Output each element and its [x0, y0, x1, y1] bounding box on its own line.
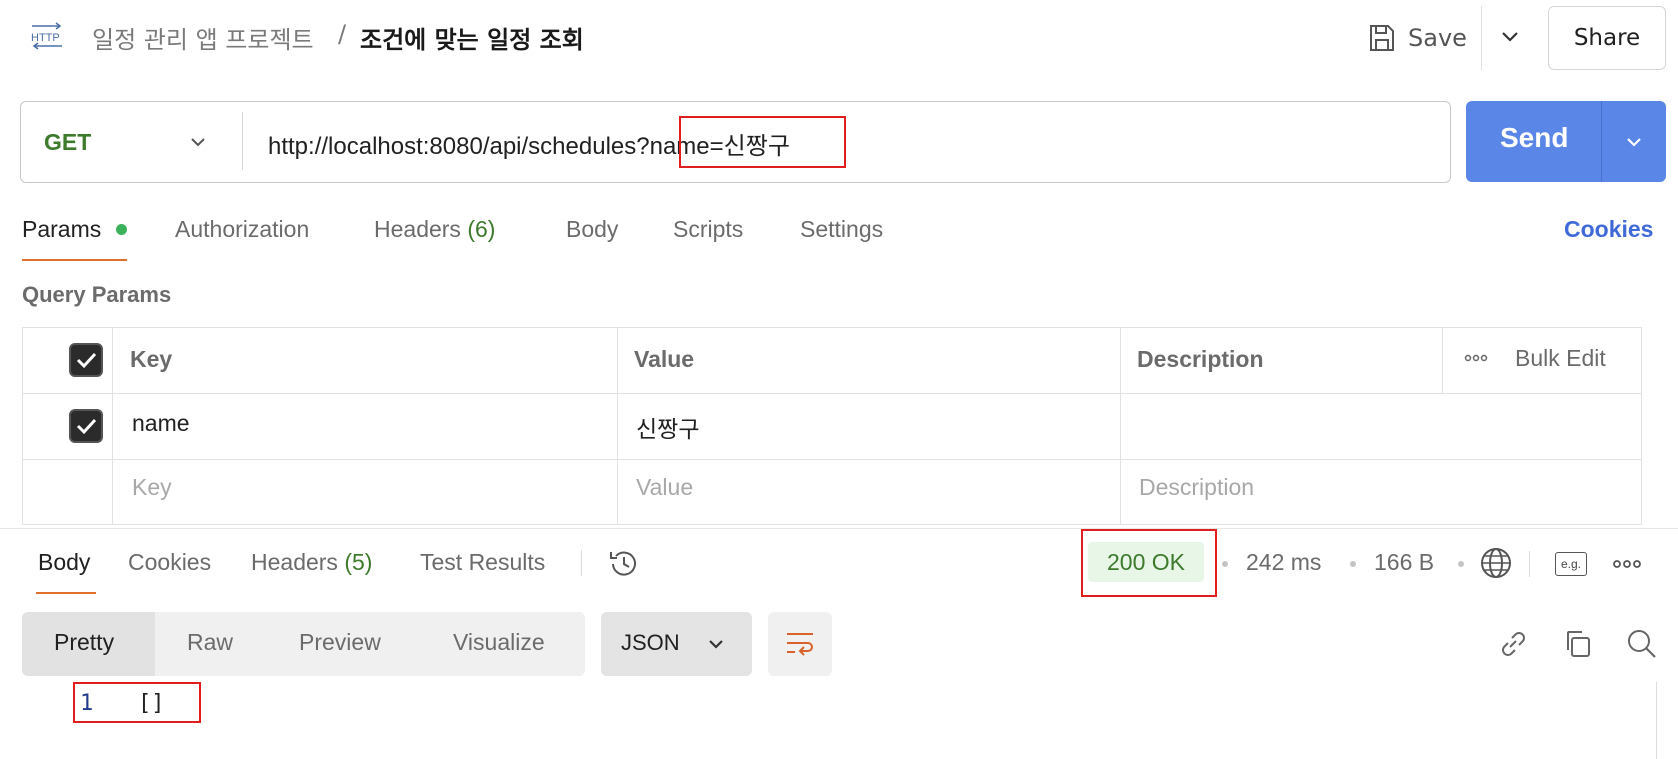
response-headers-count: (5) — [344, 549, 373, 575]
table-row-divider — [22, 393, 1642, 394]
globe-icon[interactable] — [1479, 546, 1513, 580]
select-all-checkbox[interactable] — [69, 343, 103, 377]
response-time[interactable]: 242 ms — [1246, 549, 1321, 576]
view-pretty-button[interactable]: Pretty — [54, 629, 114, 656]
highlight-box-body — [73, 682, 201, 723]
tab-headers-count: (6) — [467, 216, 496, 242]
svg-text:HTTP: HTTP — [31, 32, 60, 44]
response-tab-test-results[interactable]: Test Results — [420, 549, 545, 576]
save-label: Save — [1408, 24, 1467, 52]
tab-headers[interactable]: Headers (6) — [374, 216, 495, 243]
tab-authorization[interactable]: Authorization — [175, 216, 309, 243]
response-tab-headers[interactable]: Headers (5) — [251, 549, 372, 576]
view-preview-button[interactable]: Preview — [299, 629, 381, 656]
wrap-lines-icon — [787, 633, 813, 656]
column-header-key: Key — [130, 346, 173, 372]
format-label: JSON — [621, 630, 680, 655]
table-divider — [112, 327, 113, 525]
response-tab-divider — [581, 550, 582, 576]
tab-params[interactable]: Params — [22, 216, 101, 243]
header-divider — [1481, 6, 1482, 70]
column-header-description: Description — [1137, 346, 1264, 372]
meta-separator-dot — [1458, 561, 1464, 567]
tab-settings[interactable]: Settings — [800, 216, 883, 243]
send-divider — [1601, 101, 1602, 182]
more-options-icon[interactable] — [1464, 349, 1488, 367]
cookies-link[interactable]: Cookies — [1564, 216, 1653, 243]
table-divider — [1442, 327, 1443, 393]
tab-params-underline — [22, 259, 127, 261]
url-base: http://localhost:8080/api/schedules? — [268, 133, 650, 160]
breadcrumb-separator: / — [338, 20, 347, 48]
more-options-icon[interactable] — [1612, 556, 1642, 572]
tab-body[interactable]: Body — [566, 216, 618, 243]
query-params-label: Query Params — [22, 282, 172, 307]
search-icon[interactable] — [1625, 627, 1659, 661]
param-key-input[interactable]: name — [132, 410, 190, 437]
chevron-down-icon[interactable] — [186, 130, 210, 154]
share-button[interactable]: Share — [1548, 6, 1666, 70]
chevron-down-icon[interactable] — [1496, 22, 1524, 50]
breadcrumb-collection[interactable]: 일정 관리 앱 프로젝트 — [92, 20, 314, 55]
send-button[interactable]: Send — [1500, 122, 1568, 154]
bulk-edit-button[interactable]: Bulk Edit — [1515, 345, 1606, 372]
column-header-value: Value — [634, 346, 695, 372]
meta-separator-dot — [1222, 561, 1228, 567]
params-active-dot — [116, 224, 127, 235]
response-size[interactable]: 166 B — [1374, 549, 1434, 576]
table-row-divider — [22, 459, 1642, 460]
request-divider — [242, 112, 243, 170]
highlight-box-query — [679, 116, 846, 168]
chevron-down-icon[interactable] — [704, 632, 728, 656]
response-tab-body[interactable]: Body — [38, 549, 90, 576]
param-value-input[interactable]: 신짱구 — [636, 410, 699, 444]
history-icon[interactable] — [607, 547, 641, 581]
link-icon[interactable] — [1496, 627, 1530, 661]
params-table — [22, 327, 1642, 525]
save-icon — [1370, 25, 1394, 51]
response-tab-underline — [36, 592, 96, 594]
view-visualize-button[interactable]: Visualize — [453, 629, 545, 656]
response-headers-label: Headers — [251, 549, 338, 575]
new-key-input[interactable]: Key — [132, 474, 172, 501]
save-button[interactable]: Save — [1368, 18, 1467, 58]
check-icon — [76, 418, 97, 435]
meta-separator-dot — [1350, 561, 1356, 567]
chevron-down-icon[interactable] — [1622, 130, 1646, 154]
view-raw-button[interactable]: Raw — [187, 629, 233, 656]
http-icon: HTTP — [31, 22, 62, 50]
highlight-box-status — [1081, 529, 1217, 597]
response-tab-cookies[interactable]: Cookies — [128, 549, 211, 576]
copy-icon[interactable] — [1561, 627, 1595, 661]
table-divider — [617, 327, 618, 525]
check-icon — [76, 352, 97, 369]
meta-divider — [1529, 551, 1530, 577]
tab-scripts[interactable]: Scripts — [673, 216, 743, 243]
param-enabled-checkbox[interactable] — [69, 409, 103, 443]
scrollbar-track[interactable] — [1656, 682, 1657, 759]
new-description-input[interactable]: Description — [1139, 474, 1254, 501]
new-value-input[interactable]: Value — [636, 474, 693, 501]
method-select[interactable]: GET — [44, 129, 91, 156]
tab-headers-label: Headers — [374, 216, 461, 242]
request-title[interactable]: 조건에 맞는 일정 조회 — [360, 20, 584, 55]
table-divider — [1120, 327, 1121, 525]
save-example-button[interactable]: e.g. — [1555, 552, 1587, 576]
response-divider — [0, 528, 1678, 529]
